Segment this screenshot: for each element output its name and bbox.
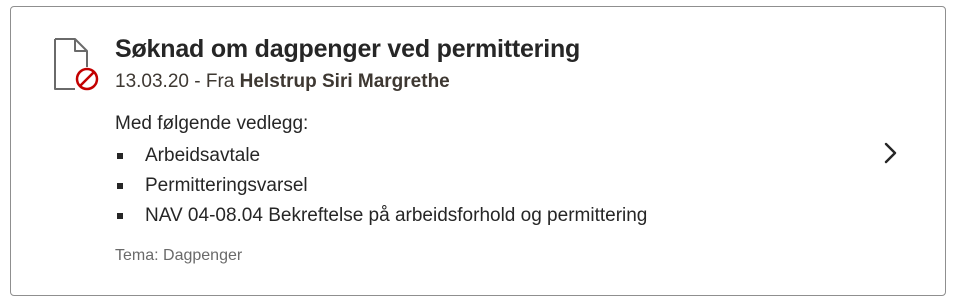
card-content: Søknad om dagpenger ved permittering 13.… (115, 33, 865, 267)
document-unavailable-icon (51, 37, 103, 93)
attachment-item: Arbeidsavtale (115, 143, 865, 169)
attachment-item: NAV 04-08.04 Bekreftelse på arbeidsforho… (115, 203, 865, 229)
document-title: Søknad om dagpenger ved permittering (115, 35, 581, 63)
attachments-list: Arbeidsavtale Permitteringsvarsel NAV 04… (115, 143, 865, 229)
from-prefix: - Fra (188, 71, 240, 92)
attachment-label: Arbeidsavtale (145, 145, 261, 166)
bullet-icon (117, 153, 123, 159)
document-meta: 13.03.20 - Fra Helstrup Siri Margrethe (115, 69, 865, 95)
attachment-label: Permitteringsvarsel (145, 175, 308, 196)
document-card[interactable]: Søknad om dagpenger ved permittering 13.… (10, 6, 946, 296)
tema-label: Tema: Dagpenger (115, 247, 243, 264)
attachments-heading: Med følgende vedlegg: (115, 113, 309, 134)
attachment-label: NAV 04-08.04 Bekreftelse på arbeidsforho… (145, 205, 648, 226)
sender-name: Helstrup Siri Margrethe (239, 71, 450, 92)
document-date: 13.03.20 (115, 71, 189, 92)
bullet-icon (117, 183, 123, 189)
chevron-right-icon[interactable] (883, 141, 899, 165)
bullet-icon (117, 213, 123, 219)
attachment-item: Permitteringsvarsel (115, 173, 865, 199)
